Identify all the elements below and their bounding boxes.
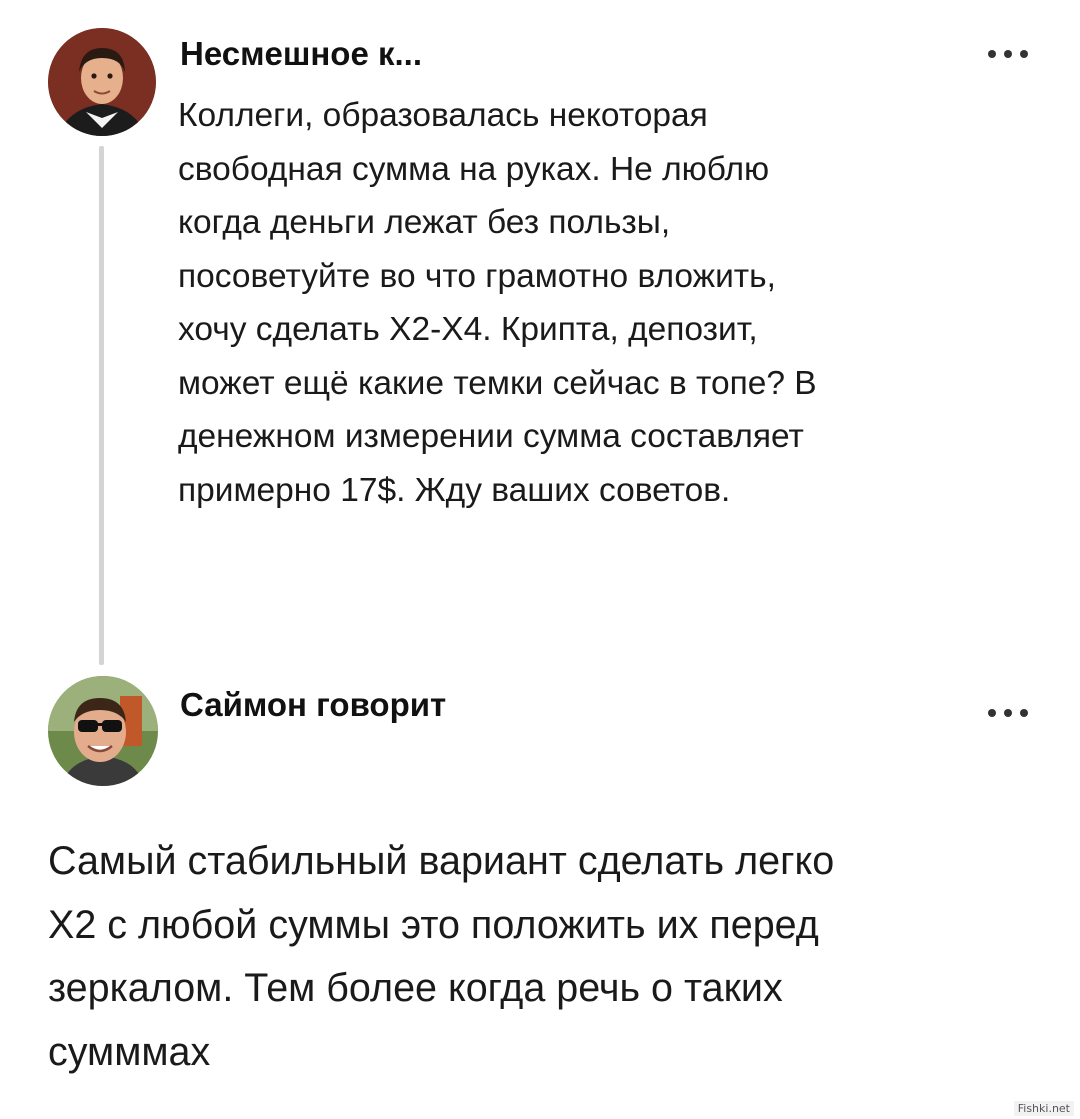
post-author-avatar[interactable]	[48, 28, 156, 136]
more-options-icon	[1004, 50, 1012, 58]
post-text-line: Коллеги, образовалась некоторая	[178, 97, 708, 134]
reply-text-line: зеркалом. Тем более когда речь о таких	[48, 966, 783, 1010]
user-avatar-icon	[48, 676, 158, 786]
reply-more-button[interactable]	[988, 707, 1028, 719]
reply-text-line: Самый стабильный вариант сделать легко	[48, 839, 835, 883]
post-text-line: хочу сделать Х2-Х4. Крипта, депозит,	[178, 311, 758, 348]
more-options-icon	[988, 709, 996, 717]
post-author-name[interactable]: Несмешное к...	[180, 35, 422, 73]
reply-text-line: Х2 с любой суммы это положить их перед	[48, 902, 819, 947]
post-text-line: свободная сумма на руках. Не люблю	[178, 150, 770, 188]
reply-author-name[interactable]: Саймон говорит	[180, 686, 446, 724]
reply-text: Самый стабильный вариант сделать легко Х…	[48, 830, 834, 1084]
post-text-line: посоветуйте во что грамотно вложить,	[178, 257, 776, 295]
post-text-line: примерно 17$. Жду ваших советов.	[178, 471, 731, 509]
more-options-icon	[1004, 709, 1012, 717]
post-text-line: денежном измерении сумма составляет	[178, 418, 804, 455]
reply-text-line: сумммах	[48, 1029, 211, 1074]
post-text-line: когда деньги лежат без пользы,	[178, 204, 671, 241]
post-text: Коллеги, образовалась некоторая свободна…	[178, 89, 817, 517]
site-watermark: Fishki.net	[1013, 1101, 1074, 1116]
more-options-icon	[1020, 50, 1028, 58]
post-more-button[interactable]	[988, 48, 1028, 60]
post-text-line: может ещё какие темки сейчас в топе? В	[178, 364, 817, 402]
reply-author-avatar[interactable]	[48, 676, 158, 786]
more-options-icon	[988, 50, 996, 58]
user-avatar-icon	[48, 28, 156, 136]
thread-line	[99, 146, 104, 665]
more-options-icon	[1020, 709, 1028, 717]
